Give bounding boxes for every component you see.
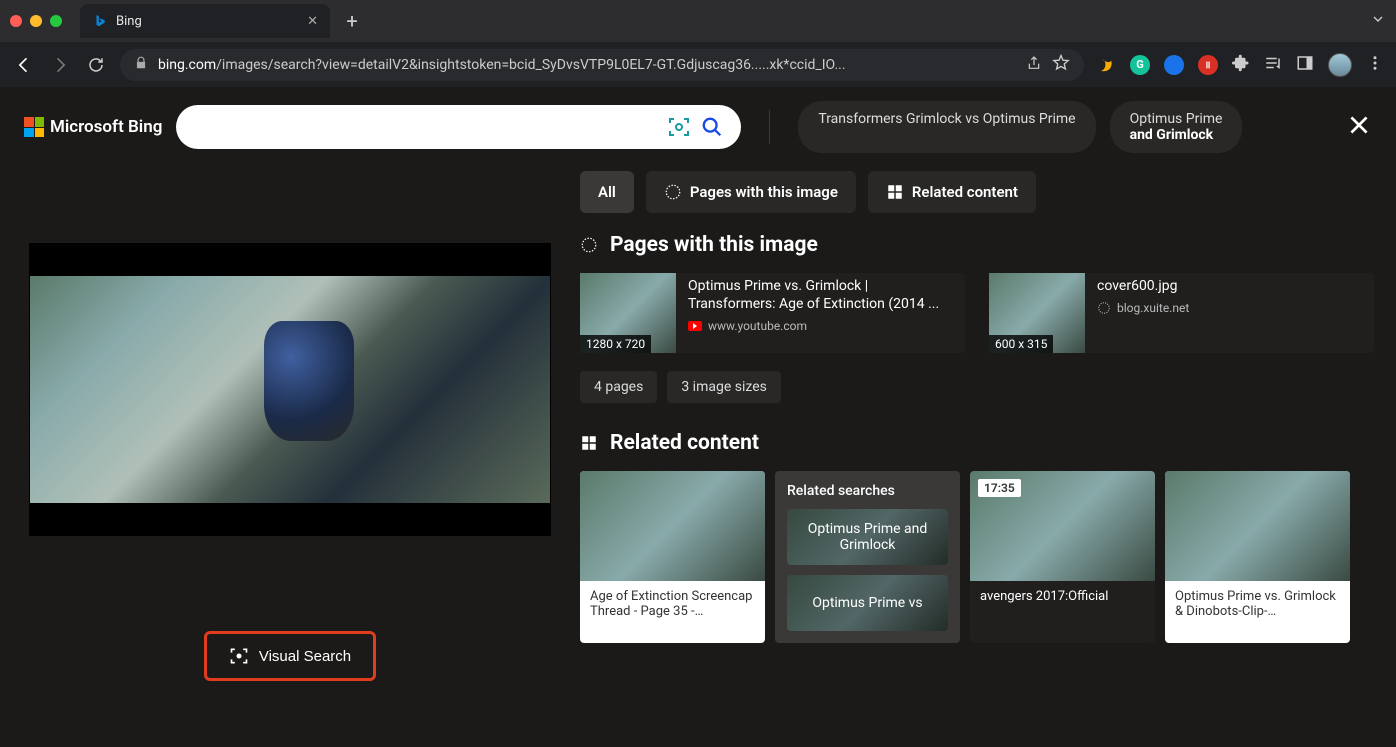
url-text: bing.com/images/search?view=detailV2&ins…	[158, 57, 1016, 73]
side-panel-icon[interactable]	[1296, 54, 1314, 76]
tab-bar: Bing ✕ +	[0, 0, 1396, 42]
browser-chrome: Bing ✕ + bing.com/images/search?view=det…	[0, 0, 1396, 87]
tab-title: Bing	[116, 14, 142, 29]
search-icon[interactable]	[701, 116, 723, 138]
filter-pages-count[interactable]: 4 pages	[580, 371, 657, 403]
details-panel: All Pages with this image Related conten…	[580, 163, 1396, 747]
page-result-card[interactable]: 600 x 315 cover600.jpg blog.xuite.net	[989, 273, 1374, 353]
microsoft-bing-logo[interactable]: Microsoft Bing	[24, 117, 162, 137]
lock-icon	[134, 56, 148, 74]
microsoft-logo-icon	[24, 117, 44, 137]
related-image-card[interactable]: Age of Extinction Screencap Thread - Pag…	[580, 471, 765, 643]
suggestion-chips: Transformers Grimlock vs Optimus Prime O…	[798, 101, 1242, 153]
tab-all[interactable]: All	[580, 171, 634, 213]
back-button[interactable]	[12, 53, 36, 77]
close-window-button[interactable]	[10, 15, 22, 27]
thumbnail: 600 x 315	[989, 273, 1085, 353]
window-controls	[10, 15, 62, 27]
bing-favicon-icon	[92, 13, 108, 29]
browser-tab[interactable]: Bing ✕	[80, 4, 330, 38]
minimize-window-button[interactable]	[30, 15, 42, 27]
maximize-window-button[interactable]	[50, 15, 62, 27]
new-tab-button[interactable]: +	[338, 7, 366, 35]
tabs-dropdown-button[interactable]	[1370, 11, 1386, 31]
globe-icon	[1097, 301, 1111, 315]
page-header: Microsoft Bing Transformers Grimlock vs …	[0, 87, 1396, 163]
grid-icon	[580, 434, 598, 452]
nav-bar: bing.com/images/search?view=detailV2&ins…	[0, 42, 1396, 87]
image-preview[interactable]	[29, 243, 551, 536]
toolbar-right: G	[1096, 53, 1384, 77]
related-searches-title: Related searches	[787, 483, 948, 499]
extensions-button[interactable]	[1232, 54, 1250, 76]
result-source: www.youtube.com	[688, 319, 955, 333]
page-result-card[interactable]: 1280 x 720 Optimus Prime vs. Grimlock | …	[580, 273, 965, 353]
suggestion-chip[interactable]: Optimus Primeand Grimlock	[1110, 101, 1243, 153]
grammarly-extension-icon[interactable]: G	[1130, 55, 1150, 75]
forward-button[interactable]	[48, 53, 72, 77]
grid-icon	[886, 183, 904, 201]
filter-pills: 4 pages 3 image sizes	[580, 371, 1374, 403]
related-search-item[interactable]: Optimus Prime and Grimlock	[787, 509, 948, 565]
logo-text: Microsoft Bing	[50, 117, 162, 137]
related-search-item[interactable]: Optimus Prime vs	[787, 575, 948, 631]
section-title-pages: Pages with this image	[580, 233, 1374, 257]
extension-icon-red[interactable]	[1198, 55, 1218, 75]
globe-grid-icon	[580, 236, 598, 254]
thumbnail	[1165, 471, 1350, 581]
reload-button[interactable]	[84, 53, 108, 77]
visual-search-icon[interactable]	[667, 115, 691, 139]
related-image-card[interactable]: Optimus Prime vs. Grimlock & Dinobots-Cl…	[1165, 471, 1350, 643]
thumbnail: 17:35	[970, 471, 1155, 581]
related-image-card[interactable]: 17:35 avengers 2017:Official	[970, 471, 1155, 643]
share-icon[interactable]	[1026, 55, 1042, 75]
reading-list-icon[interactable]	[1264, 54, 1282, 76]
video-duration-badge: 17:35	[978, 479, 1021, 497]
visual-search-button[interactable]: Visual Search	[204, 631, 376, 681]
result-title: cover600.jpg	[1097, 277, 1364, 295]
image-preview-panel: Visual Search	[0, 163, 580, 747]
tab-related-content[interactable]: Related content	[868, 171, 1036, 213]
result-caption: Optimus Prime vs. Grimlock & Dinobots-Cl…	[1165, 581, 1350, 627]
related-searches-card: Related searches Optimus Prime and Griml…	[775, 471, 960, 643]
visual-search-glyph-icon	[229, 646, 249, 666]
search-input[interactable]	[194, 119, 657, 136]
search-box	[176, 105, 741, 149]
profile-avatar[interactable]	[1328, 53, 1352, 77]
result-title: Optimus Prime vs. Grimlock | Transformer…	[688, 277, 955, 313]
address-bar[interactable]: bing.com/images/search?view=detailV2&ins…	[120, 49, 1084, 81]
bookmark-icon[interactable]	[1052, 54, 1070, 76]
content-area: Visual Search All Pages with this image …	[0, 163, 1396, 747]
youtube-icon	[688, 321, 702, 331]
image-dimensions: 1280 x 720	[580, 335, 651, 353]
globe-grid-icon	[664, 183, 682, 201]
related-grid: Age of Extinction Screencap Thread - Pag…	[580, 471, 1374, 643]
filter-image-sizes[interactable]: 3 image sizes	[667, 371, 781, 403]
section-title-related: Related content	[580, 431, 1374, 455]
tab-pages-with-image[interactable]: Pages with this image	[646, 171, 856, 213]
image-dimensions: 600 x 315	[989, 335, 1053, 353]
tab-close-button[interactable]: ✕	[307, 14, 318, 29]
result-source: blog.xuite.net	[1097, 301, 1364, 315]
result-caption: avengers 2017:Official	[970, 581, 1155, 612]
page-content: Microsoft Bing Transformers Grimlock vs …	[0, 87, 1396, 747]
detail-tabs: All Pages with this image Related conten…	[580, 171, 1374, 213]
extension-icon-blue[interactable]	[1164, 55, 1184, 75]
extension-icon[interactable]	[1096, 55, 1116, 75]
thumbnail: 1280 x 720	[580, 273, 676, 353]
browser-menu-button[interactable]	[1366, 54, 1384, 76]
close-detail-button[interactable]	[1346, 112, 1372, 142]
pages-with-image-list: 1280 x 720 Optimus Prime vs. Grimlock | …	[580, 273, 1374, 353]
divider	[769, 110, 770, 144]
result-caption: Age of Extinction Screencap Thread - Pag…	[580, 581, 765, 627]
suggestion-chip[interactable]: Transformers Grimlock vs Optimus Prime	[798, 101, 1095, 153]
thumbnail	[580, 471, 765, 581]
